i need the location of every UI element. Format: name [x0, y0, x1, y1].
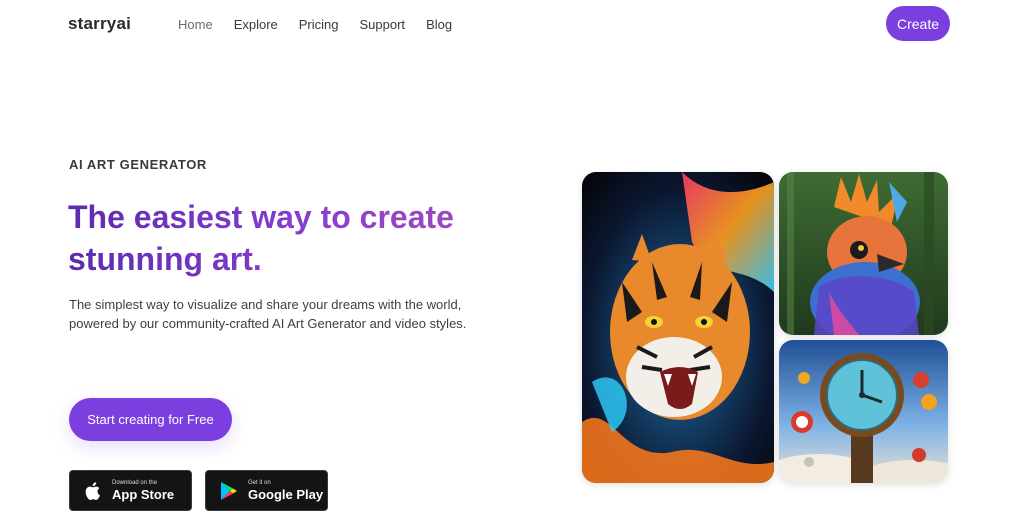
app-store-label: App Store [112, 487, 175, 502]
nav-support[interactable]: Support [360, 17, 406, 32]
app-store-badge[interactable]: Download on the App Store [69, 470, 192, 511]
apple-icon [82, 480, 104, 502]
tiger-artwork [582, 172, 774, 483]
brand-logo[interactable]: starryai [68, 14, 131, 34]
google-play-label: Google Play [248, 487, 324, 502]
main-nav: Home Explore Pricing Support Blog [178, 17, 473, 32]
start-creating-button[interactable]: Start creating for Free [69, 398, 232, 441]
bird-artwork [779, 172, 948, 335]
google-play-badge[interactable]: Get it on Google Play [205, 470, 328, 511]
hero-subtext: The simplest way to visualize and share … [69, 297, 467, 331]
clock-artwork [779, 340, 948, 483]
nav-explore[interactable]: Explore [234, 17, 278, 32]
hero-eyebrow: AI ART GENERATOR [69, 157, 207, 172]
google-play-small-text: Get it on [248, 480, 271, 486]
nav-pricing[interactable]: Pricing [299, 17, 339, 32]
app-store-small-text: Download on the [112, 480, 158, 486]
hero-headline: The easiest way to create stunning art. [68, 196, 488, 280]
google-play-icon [218, 480, 240, 502]
nav-home[interactable]: Home [178, 17, 213, 32]
nav-blog[interactable]: Blog [426, 17, 452, 32]
create-button[interactable]: Create [886, 6, 950, 41]
